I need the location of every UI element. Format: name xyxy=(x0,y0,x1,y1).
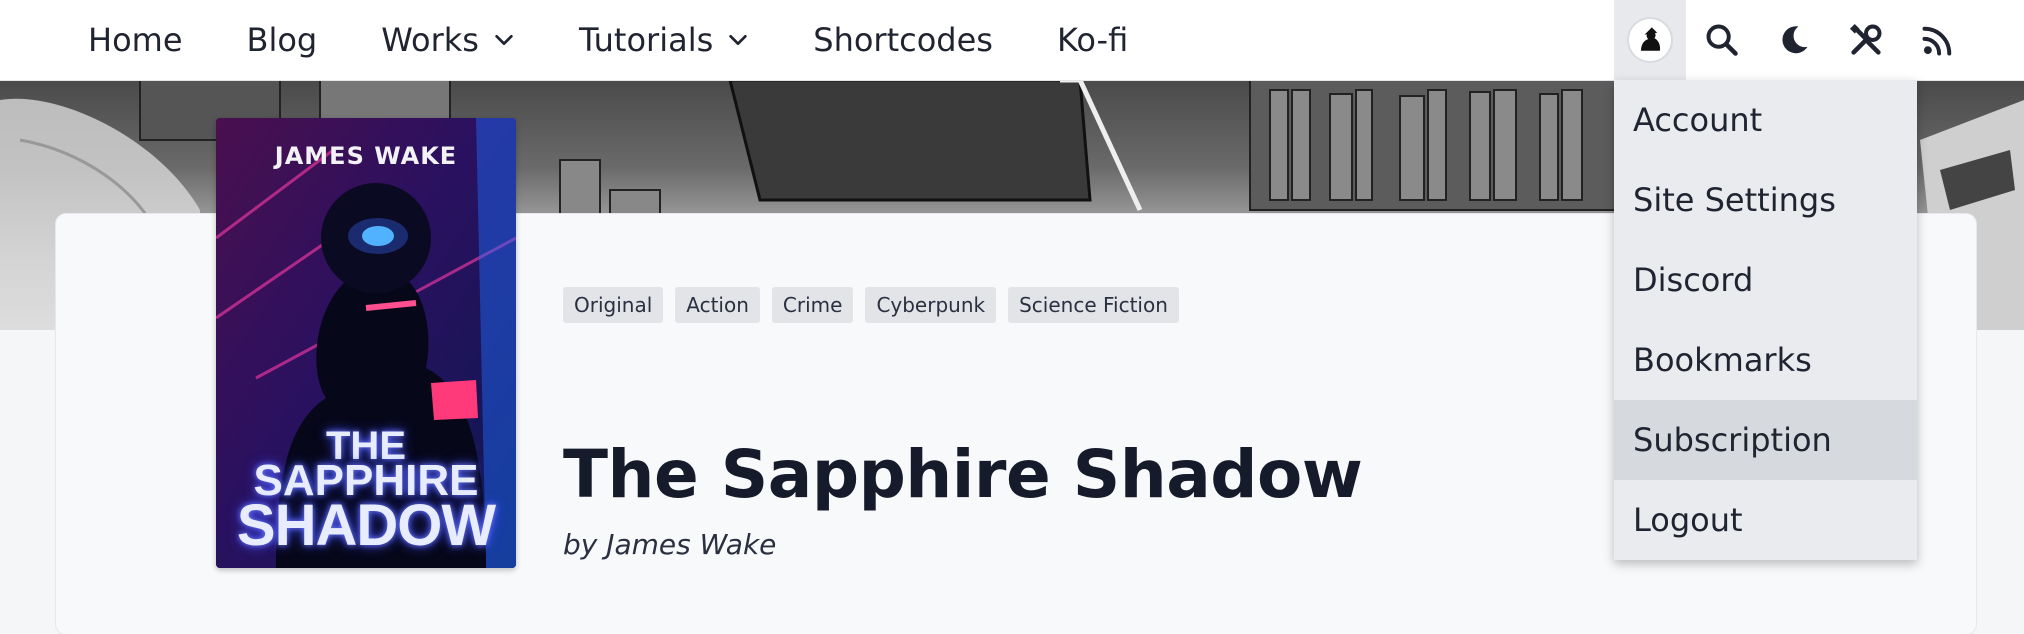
moon-icon xyxy=(1782,26,1808,54)
search-button[interactable] xyxy=(1686,0,1758,80)
author-byline: by James Wake xyxy=(563,528,777,561)
tools-icon xyxy=(1849,23,1882,55)
menu-item-discord[interactable]: Discord xyxy=(1614,240,1917,320)
nav-item-tutorials[interactable]: Tutorials xyxy=(579,0,813,80)
menu-item-logout[interactable]: Logout xyxy=(1614,480,1917,560)
rss-button[interactable] xyxy=(1902,0,1974,80)
tools-button[interactable] xyxy=(1830,0,1902,80)
tag-original[interactable]: Original xyxy=(563,287,664,323)
main-nav: Home Blog Works Tutorials Shortcodes Ko-… xyxy=(88,0,1192,80)
chevron-down-icon xyxy=(729,34,747,46)
nav-item-label: Shortcodes xyxy=(813,21,993,59)
nav-item-label: Ko-fi xyxy=(1056,21,1129,59)
chevron-down-icon xyxy=(495,34,513,46)
user-menu-button[interactable] xyxy=(1614,0,1686,80)
tag-cyberpunk[interactable]: Cyberpunk xyxy=(865,287,997,323)
menu-item-subscription[interactable]: Subscription xyxy=(1614,400,1917,480)
tag-science-fiction[interactable]: Science Fiction xyxy=(1008,287,1179,323)
tag-list: Original Action Crime Cyberpunk Science … xyxy=(563,287,1179,323)
menu-item-bookmarks[interactable]: Bookmarks xyxy=(1614,320,1917,400)
search-icon xyxy=(1706,24,1738,56)
nav-item-label: Works xyxy=(381,21,479,59)
menu-item-site-settings[interactable]: Site Settings xyxy=(1614,160,1917,240)
top-nav-bar: Home Blog Works Tutorials Shortcodes Ko-… xyxy=(0,0,2024,81)
nav-item-kofi[interactable]: Ko-fi xyxy=(1057,0,1192,80)
book-cover-image: JAMES WAKE THE SAPPHIRE SHADOW xyxy=(216,118,516,568)
avatar xyxy=(1627,17,1673,63)
cover-title-line: SHADOW xyxy=(236,493,496,558)
menu-item-account[interactable]: Account xyxy=(1614,80,1917,160)
nav-item-shortcodes[interactable]: Shortcodes xyxy=(813,0,1057,80)
nav-item-home[interactable]: Home xyxy=(88,0,247,80)
nav-item-label: Home xyxy=(88,21,183,59)
nav-item-works[interactable]: Works xyxy=(381,0,579,80)
rss-icon xyxy=(1922,26,1952,56)
theme-toggle-button[interactable] xyxy=(1758,0,1830,80)
tag-action[interactable]: Action xyxy=(675,287,760,323)
cover-author: JAMES WAKE xyxy=(274,142,458,170)
tag-crime[interactable]: Crime xyxy=(771,287,854,323)
nav-item-blog[interactable]: Blog xyxy=(247,0,382,80)
user-avatar-icon xyxy=(1632,22,1668,58)
nav-item-label: Tutorials xyxy=(578,21,714,59)
nav-tools xyxy=(1614,0,1974,80)
nav-item-label: Blog xyxy=(246,21,318,59)
user-dropdown-menu: Account Site Settings Discord Bookmarks … xyxy=(1614,80,1917,560)
page-title: The Sapphire Shadow xyxy=(563,436,1363,513)
